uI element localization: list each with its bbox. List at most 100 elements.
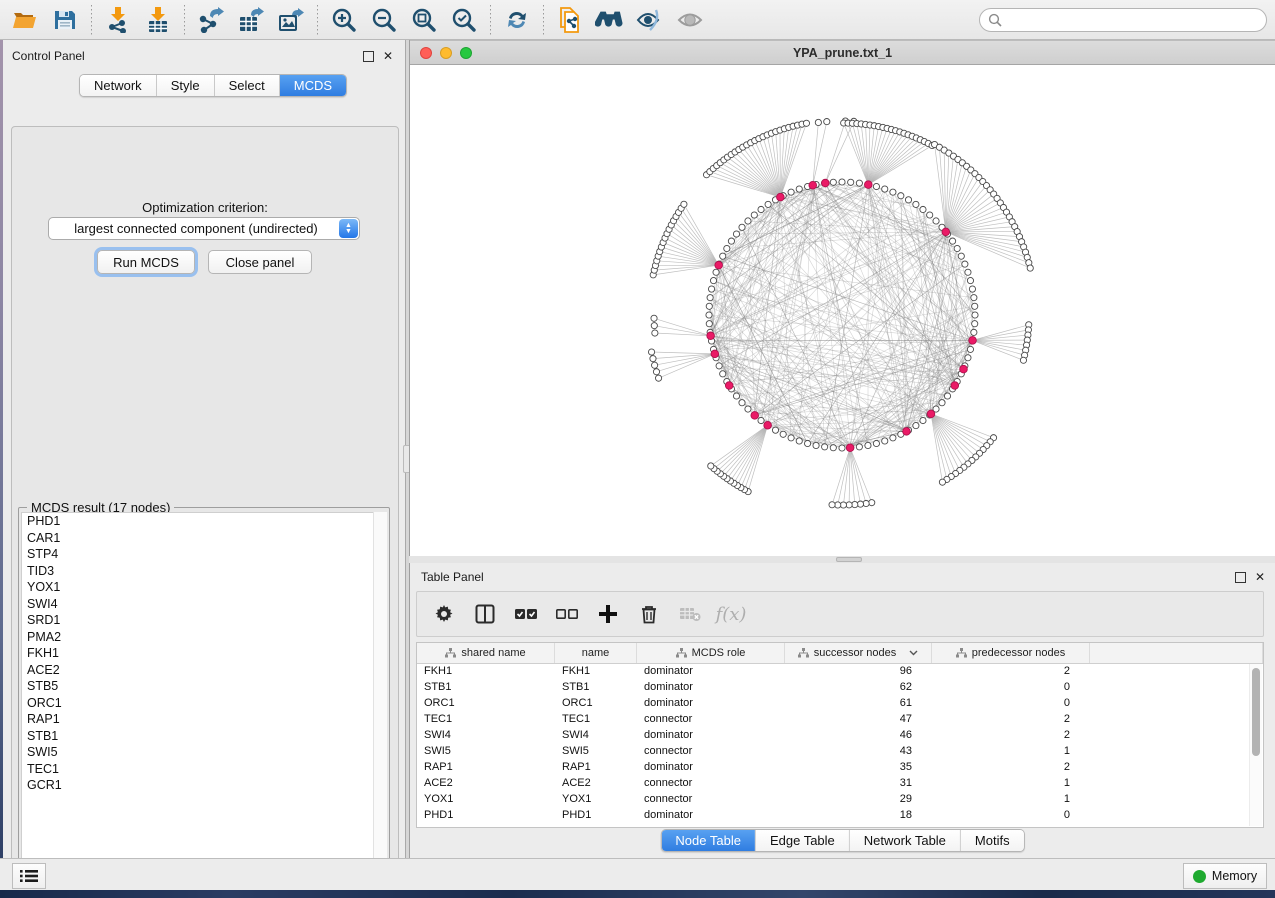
graph-node[interactable] [913, 201, 919, 207]
graph-node[interactable] [822, 444, 828, 450]
mcds-result-item[interactable]: ACE2 [22, 662, 386, 679]
graph-node[interactable] [905, 197, 911, 203]
mcds-result-item[interactable]: YOX1 [22, 579, 386, 596]
graph-node[interactable] [898, 193, 904, 199]
mcds-hub-node[interactable] [711, 350, 719, 358]
table-row[interactable]: FKH1FKH1dominator962 [417, 664, 1263, 680]
column-header-predecessor-nodes[interactable]: predecessor nodes [932, 643, 1090, 663]
graph-node[interactable] [949, 238, 955, 244]
mcds-result-item[interactable]: FKH1 [22, 645, 386, 662]
graph-node[interactable] [873, 183, 879, 189]
table-row[interactable]: SWI5SWI5connector431 [417, 744, 1263, 760]
graph-leaf-node[interactable] [939, 479, 945, 485]
graph-node[interactable] [873, 440, 879, 446]
graph-node[interactable] [967, 277, 973, 283]
graph-leaf-node[interactable] [803, 120, 809, 126]
graph-node[interactable] [706, 312, 712, 318]
table-row[interactable]: YOX1YOX1connector291 [417, 792, 1263, 808]
graph-node[interactable] [972, 303, 978, 309]
column-header-MCDS-role[interactable]: MCDS role [637, 643, 785, 663]
graph-node[interactable] [954, 245, 960, 251]
function-builder-button[interactable]: f(x) [718, 601, 744, 627]
graph-leaf-node[interactable] [652, 330, 658, 336]
mcds-hub-node[interactable] [751, 412, 759, 420]
graph-node[interactable] [865, 442, 871, 448]
mcds-result-item[interactable]: CAR1 [22, 530, 386, 547]
graph-leaf-node[interactable] [1020, 357, 1026, 363]
show-column-panel-button[interactable] [472, 601, 498, 627]
graph-leaf-node[interactable] [650, 356, 656, 362]
mcds-hub-node[interactable] [809, 181, 817, 189]
graph-node[interactable] [716, 363, 722, 369]
zoom-selected-button[interactable] [447, 4, 481, 36]
column-header-name[interactable]: name [555, 643, 637, 663]
table-row[interactable]: ORC1ORC1dominator610 [417, 696, 1263, 712]
create-column-button[interactable] [595, 601, 621, 627]
mcds-result-item[interactable]: STB5 [22, 678, 386, 695]
save-session-button[interactable] [48, 4, 82, 36]
graph-node[interactable] [813, 442, 819, 448]
mcds-hub-node[interactable] [725, 382, 733, 390]
import-network-button[interactable] [101, 4, 135, 36]
graph-node[interactable] [890, 189, 896, 195]
mcds-result-item[interactable]: STB1 [22, 728, 386, 745]
mcds-result-item[interactable]: PMA2 [22, 629, 386, 646]
graph-node[interactable] [830, 179, 836, 185]
graph-node[interactable] [733, 393, 739, 399]
table-row[interactable]: TEC1TEC1connector472 [417, 712, 1263, 728]
split-handle[interactable] [836, 557, 862, 562]
graph-node[interactable] [724, 245, 730, 251]
graph-node[interactable] [751, 212, 757, 218]
mcds-result-item[interactable]: STP4 [22, 546, 386, 563]
graph-leaf-node[interactable] [655, 375, 661, 381]
graph-leaf-node[interactable] [653, 369, 659, 375]
mcds-hub-node[interactable] [864, 181, 872, 189]
graph-node[interactable] [733, 231, 739, 237]
close-panel-button[interactable]: Close panel [208, 250, 312, 274]
graph-node[interactable] [708, 286, 714, 292]
network-search-box[interactable] [979, 8, 1267, 32]
graph-node[interactable] [856, 444, 862, 450]
manage-networks-button[interactable] [553, 4, 587, 36]
import-table-button[interactable] [141, 4, 175, 36]
hide-selected-button[interactable] [633, 4, 667, 36]
graph-node[interactable] [745, 406, 751, 412]
graph-node[interactable] [962, 261, 968, 267]
mcds-result-item[interactable]: SWI4 [22, 596, 386, 613]
mcds-hub-node[interactable] [777, 193, 785, 201]
graph-node[interactable] [707, 295, 713, 301]
graph-leaf-node[interactable] [829, 502, 835, 508]
mcds-hub-node[interactable] [960, 365, 968, 373]
graph-node[interactable] [796, 438, 802, 444]
graph-leaf-node[interactable] [815, 119, 821, 125]
graph-node[interactable] [890, 435, 896, 441]
graph-leaf-node[interactable] [651, 323, 657, 329]
graph-node[interactable] [804, 440, 810, 446]
mcds-hub-node[interactable] [927, 410, 935, 418]
graph-node[interactable] [939, 400, 945, 406]
tab-network-table[interactable]: Network Table [850, 830, 961, 851]
mcds-hub-node[interactable] [715, 261, 723, 269]
memory-button[interactable]: Memory [1183, 863, 1267, 889]
float-panel-icon[interactable] [363, 51, 374, 62]
tab-node-table[interactable]: Node Table [661, 830, 756, 851]
select-all-columns-button[interactable] [513, 601, 539, 627]
table-row[interactable]: PHD1PHD1dominator180 [417, 808, 1263, 824]
graph-node[interactable] [772, 427, 778, 433]
table-row[interactable]: STB1STB1dominator620 [417, 680, 1263, 696]
apply-layout-button[interactable] [500, 4, 534, 36]
graph-node[interactable] [745, 218, 751, 224]
delete-table-button[interactable] [677, 601, 703, 627]
mcds-result-item[interactable]: TEC1 [22, 761, 386, 778]
close-panel-icon[interactable]: ✕ [383, 52, 393, 61]
graph-leaf-node[interactable] [648, 349, 654, 355]
zoom-in-button[interactable] [327, 4, 361, 36]
export-image-button[interactable] [274, 4, 308, 36]
graph-node[interactable] [839, 179, 845, 185]
find-button[interactable] [593, 4, 627, 36]
graph-leaf-node[interactable] [651, 315, 657, 321]
graph-node[interactable] [972, 321, 978, 327]
graph-node[interactable] [706, 321, 712, 327]
export-network-button[interactable] [194, 4, 228, 36]
mcds-result-item[interactable]: GCR1 [22, 777, 386, 794]
